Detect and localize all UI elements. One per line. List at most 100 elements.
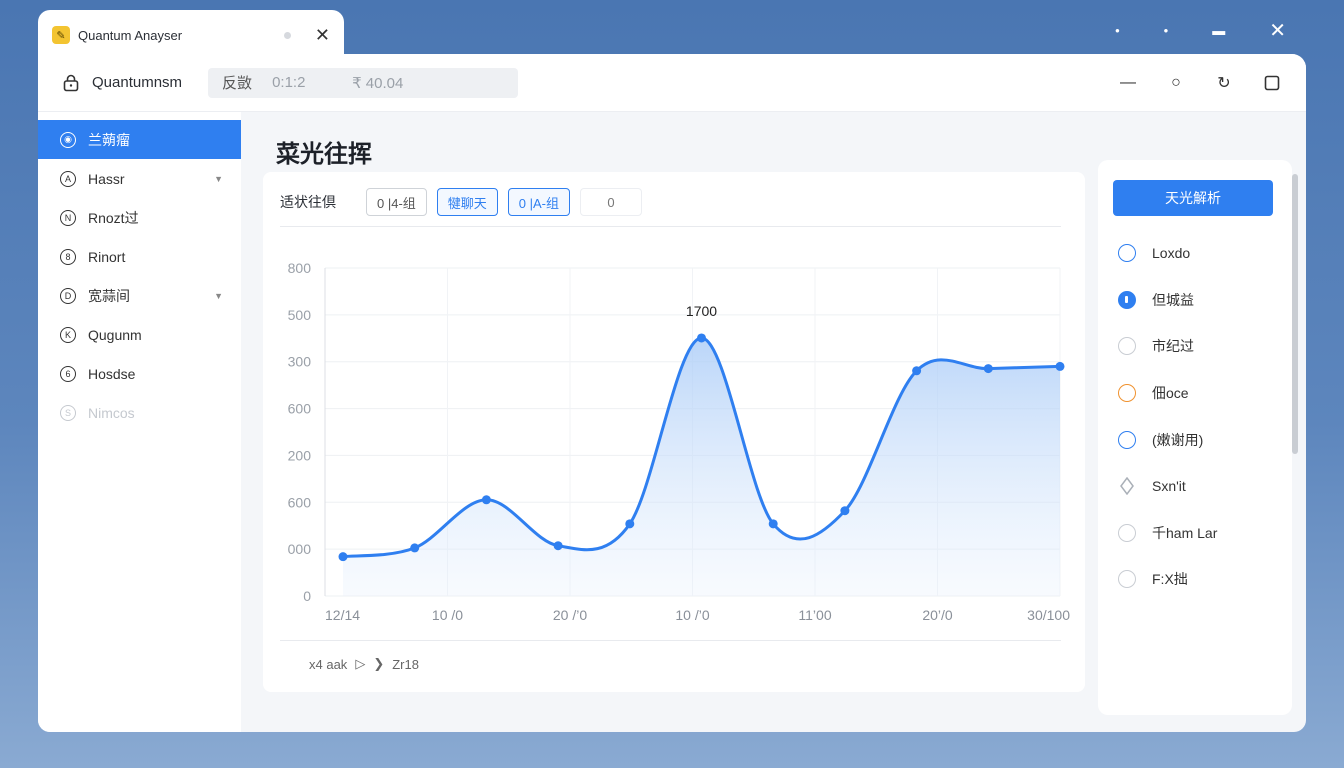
sidebar-item-4[interactable]: D 宽蒜间 ▼: [38, 276, 241, 315]
x-tick-label: 20’/0: [922, 607, 953, 623]
radio-icon[interactable]: [1118, 570, 1136, 589]
sidebar-item-label: 宽蒜间: [88, 287, 130, 304]
circle-icon[interactable]: ○: [1166, 73, 1186, 93]
option-row[interactable]: 千ham Lar: [1112, 510, 1278, 557]
chart-card: 800 500 300 600 200 600 000 0 1700 12/14 10 /0 20 /…: [263, 172, 1085, 692]
data-point: [983, 364, 993, 374]
nav-item-icon: D: [60, 287, 76, 304]
tab-close-icon[interactable]: ✕: [315, 25, 330, 46]
radio-icon[interactable]: [1118, 523, 1136, 542]
app-window: Quantumnsm 反敳 0:1:2 ₹ 40.04 — ○ ↻ ◉ 兰蒴瘤 …: [38, 54, 1306, 732]
option-row[interactable]: Loxdo: [1112, 230, 1278, 277]
play-icon[interactable]: ▷: [355, 656, 365, 672]
sidebar-item-2[interactable]: N Rnozt过: [38, 198, 241, 237]
data-point: [912, 366, 922, 376]
sidebar-item-label: Nimcos: [88, 404, 135, 421]
y-tick-label: 600: [288, 401, 312, 417]
tab-title: Quantum Anayser: [78, 27, 183, 43]
option-row[interactable]: 市纪过: [1112, 323, 1278, 370]
chevron-icon[interactable]: ❯: [373, 656, 384, 672]
maximize-icon[interactable]: [1262, 73, 1282, 93]
y-tick-label: 600: [288, 494, 312, 510]
footer-label: x4 aak: [309, 656, 348, 672]
dot-icon[interactable]: •: [1164, 23, 1169, 38]
sidebar-item-label: Rnozt过: [88, 209, 139, 226]
dash-icon[interactable]: ▬: [1212, 23, 1225, 38]
sidebar-item-label: Qugunm: [88, 326, 142, 343]
nav-item-icon: K: [60, 326, 76, 343]
x-tick-label: 11’00: [798, 607, 831, 623]
divider: [280, 226, 1061, 227]
option-row[interactable]: F:X拙: [1112, 556, 1278, 603]
filter-chip-selected[interactable]: 0 |A-组: [507, 188, 571, 216]
dot-icon[interactable]: •: [1115, 23, 1120, 38]
minimize-icon[interactable]: —: [1118, 73, 1138, 93]
data-point: [553, 541, 563, 551]
nav-item-icon: ◉: [60, 131, 76, 148]
y-tick-label: 200: [288, 447, 312, 463]
option-label: Sxn'it: [1152, 478, 1186, 495]
y-tick-label: 500: [288, 307, 312, 323]
x-tick-label: 10 /0: [432, 607, 463, 623]
data-point: [338, 552, 348, 562]
toolbar: Quantumnsm 反敳 0:1:2 ₹ 40.04 — ○ ↻: [38, 54, 1306, 112]
filter-chip[interactable]: 0 |4-组: [366, 188, 427, 216]
option-label: (嫩谢用): [1152, 431, 1204, 448]
y-tick-label: 800: [288, 260, 312, 276]
option-row[interactable]: (嫩谢用): [1112, 416, 1278, 463]
scrollbar[interactable]: [1292, 174, 1298, 454]
filter-row: 适状往倶 0 |4-组 犍聊天 0 |A-组 0: [280, 188, 643, 216]
filter-chip[interactable]: 0: [580, 188, 643, 216]
chart-footer: x4 aak ▷ ❯ Zr18: [309, 656, 419, 672]
area-fill: [343, 337, 1060, 596]
right-panel: 天光解析 Loxdo 但城益 市纪过 佃oce (嫩谢用) Sxn'it 千ha…: [1098, 160, 1292, 715]
y-tick-label: 300: [288, 354, 312, 370]
x-tick-label: 20 /’0: [553, 607, 587, 623]
y-tick-label: 000: [288, 541, 312, 557]
page-title: 菜光往挥: [276, 141, 372, 168]
option-label: 佃oce: [1152, 385, 1189, 402]
refresh-icon[interactable]: ↻: [1214, 73, 1234, 93]
analyze-button[interactable]: 天光解析: [1113, 180, 1273, 216]
window-controls: — ○ ↻: [1118, 73, 1282, 93]
sidebar-item-3[interactable]: 8 Rinort: [38, 237, 241, 276]
sidebar-item-6[interactable]: 6 Hosdse: [38, 354, 241, 393]
tab-status-dot: [283, 31, 291, 39]
nav-item-icon: 6: [60, 365, 76, 382]
sidebar-item-5[interactable]: K Qugunm: [38, 315, 241, 354]
data-point: [697, 333, 706, 343]
radio-checked-icon[interactable]: [1118, 290, 1136, 309]
chevron-down-icon: ▼: [214, 290, 223, 301]
sidebar-item-1[interactable]: A Hassr ▼: [38, 159, 241, 198]
option-row[interactable]: Sxn'it: [1112, 463, 1278, 510]
address-bar[interactable]: 反敳 0:1:2 ₹ 40.04: [208, 67, 519, 98]
y-tick-label: 0: [303, 588, 311, 604]
option-row[interactable]: 佃oce: [1112, 370, 1278, 417]
nav-item-icon: S: [60, 404, 76, 421]
option-label: 千ham Lar: [1152, 524, 1218, 541]
close-icon[interactable]: ✕: [1269, 18, 1286, 43]
sidebar-item-label: Hassr: [88, 170, 125, 187]
radio-icon[interactable]: [1118, 244, 1136, 263]
line-chart: 8005003006002006000000170012/14 10 /0 20 /…: [288, 260, 1071, 623]
sidebar-item-7[interactable]: S Nimcos: [38, 393, 241, 432]
address-part: 反敳: [222, 75, 253, 92]
browser-tab[interactable]: ✎ Quantum Anayser ✕: [38, 10, 344, 60]
radio-icon[interactable]: [1118, 384, 1136, 403]
address-part: ₹ 40.04: [352, 74, 404, 92]
data-point: [840, 506, 850, 516]
radio-icon[interactable]: [1118, 430, 1136, 449]
address-part: 0:1:2: [272, 74, 306, 91]
filter-chip-selected[interactable]: 犍聊天: [436, 188, 498, 216]
x-tick-label: 30/100: [1027, 607, 1070, 623]
x-tick-label: 10 /’0: [675, 607, 709, 623]
sidebar-item-label: Rinort: [88, 248, 126, 265]
nav-item-icon: N: [60, 209, 76, 226]
option-row[interactable]: 但城益: [1112, 277, 1278, 324]
footer-label: Zr18: [392, 656, 419, 672]
sidebar-item-0[interactable]: ◉ 兰蒴瘤: [38, 120, 241, 159]
radio-icon[interactable]: [1118, 337, 1136, 356]
filter-label: 适状往倶: [280, 194, 336, 210]
sidebar: ◉ 兰蒴瘤 A Hassr ▼ N Rnozt过 8 Rinort D 宽蒜间 …: [38, 112, 241, 732]
diamond-icon[interactable]: [1118, 477, 1136, 496]
